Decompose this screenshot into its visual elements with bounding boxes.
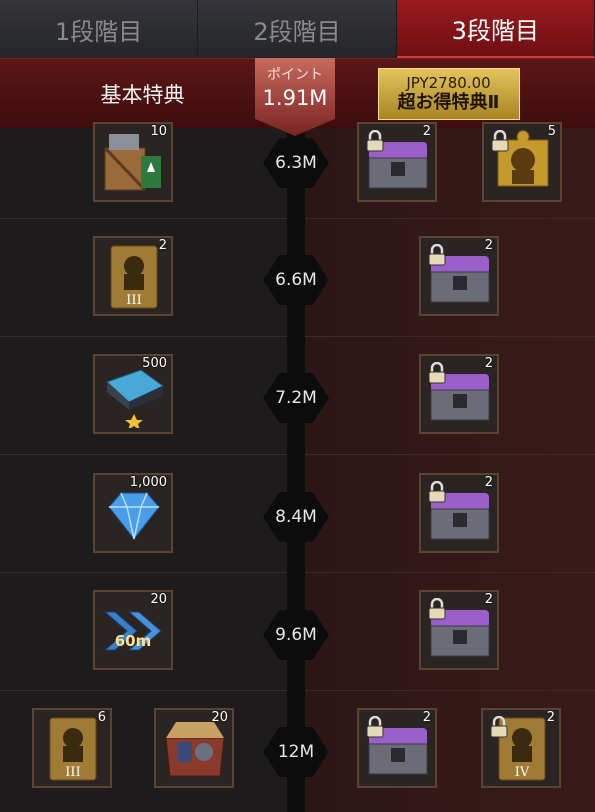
- reward-item-purple-chest[interactable]: 2: [357, 122, 437, 202]
- svg-text:IV: IV: [515, 765, 530, 780]
- reward-item-speedup[interactable]: 60m 20: [93, 590, 173, 670]
- item-quantity: 20: [211, 710, 228, 725]
- officer-card-rank-3-icon: III: [49, 717, 97, 781]
- tab-stage-3[interactable]: 3段階目: [396, 0, 595, 58]
- item-quantity: 20: [150, 592, 167, 607]
- reward-item-resource-box[interactable]: 20: [154, 708, 234, 788]
- premium-price: JPY2780.00: [406, 74, 491, 92]
- blue-crystal-chip-icon: [106, 369, 164, 428]
- progress-spine: [287, 128, 305, 812]
- stage-tabs: 1段階目 2段階目 3段階目: [0, 0, 595, 58]
- reward-item-purple-chest[interactable]: 2: [419, 590, 499, 670]
- supply-crate-icon: [103, 134, 161, 192]
- item-quantity: 2: [546, 710, 555, 725]
- basic-reward-label: 基本特典: [100, 83, 185, 107]
- item-quantity: 2: [484, 592, 493, 607]
- item-quantity: 2: [484, 356, 493, 371]
- reward-item-purple-chest[interactable]: 2: [419, 236, 499, 316]
- item-quantity: 1,000: [129, 475, 167, 490]
- tab-stage-1[interactable]: 1段階目: [0, 0, 199, 58]
- reward-item-officer-card[interactable]: IV 2: [481, 708, 561, 788]
- item-quantity: 6: [97, 710, 106, 725]
- speedup-duration: 60m: [114, 632, 152, 650]
- lock-icon: [366, 130, 384, 152]
- lock-icon: [428, 598, 446, 620]
- item-quantity: 500: [142, 356, 167, 371]
- reward-item-officer-card[interactable]: III 2: [93, 236, 173, 316]
- resource-box-icon: [165, 722, 225, 777]
- lock-icon: [490, 716, 508, 738]
- premium-title: 超お得特典Ⅱ: [397, 92, 500, 113]
- tab-stage-2[interactable]: 2段階目: [198, 0, 397, 58]
- reward-item-diamond[interactable]: 1,000: [93, 473, 173, 553]
- officer-card-rank-3-icon: III: [110, 245, 158, 309]
- reward-item-officer-card[interactable]: III 6: [32, 708, 112, 788]
- diamond-icon: [108, 492, 160, 540]
- item-quantity: 2: [158, 238, 167, 253]
- item-quantity: 2: [484, 238, 493, 253]
- reward-item-crystal-chip[interactable]: 500: [93, 354, 173, 434]
- item-quantity: 2: [422, 710, 431, 725]
- lock-icon: [428, 362, 446, 384]
- speedup-icon: [103, 611, 162, 651]
- reward-item-purple-chest[interactable]: 2: [357, 708, 437, 788]
- item-quantity: 10: [150, 124, 167, 139]
- points-label: ポイント: [267, 67, 323, 83]
- premium-header: JPY2780.00 超お得特典Ⅱ: [302, 59, 595, 129]
- premium-purchase-button[interactable]: JPY2780.00 超お得特典Ⅱ: [377, 68, 520, 120]
- item-quantity: 2: [422, 124, 431, 139]
- reward-rows: 6.3M 6.6M 7.2M 8.4M 9.6M 12M 10 2 5 III …: [0, 122, 595, 812]
- lock-icon: [491, 130, 509, 152]
- reward-item-purple-chest[interactable]: 2: [419, 473, 499, 553]
- svg-text:III: III: [65, 765, 80, 780]
- reward-item-puzzle-portrait[interactable]: 5: [482, 122, 562, 202]
- item-quantity: 2: [484, 475, 493, 490]
- lock-icon: [366, 716, 384, 738]
- item-quantity: 5: [547, 124, 556, 139]
- points-value: 1.91M: [262, 86, 328, 110]
- reward-item-purple-chest[interactable]: 2: [419, 354, 499, 434]
- lock-icon: [428, 481, 446, 503]
- lock-icon: [428, 244, 446, 266]
- svg-text:III: III: [126, 293, 141, 308]
- reward-item-supply-crate[interactable]: 10: [93, 122, 173, 202]
